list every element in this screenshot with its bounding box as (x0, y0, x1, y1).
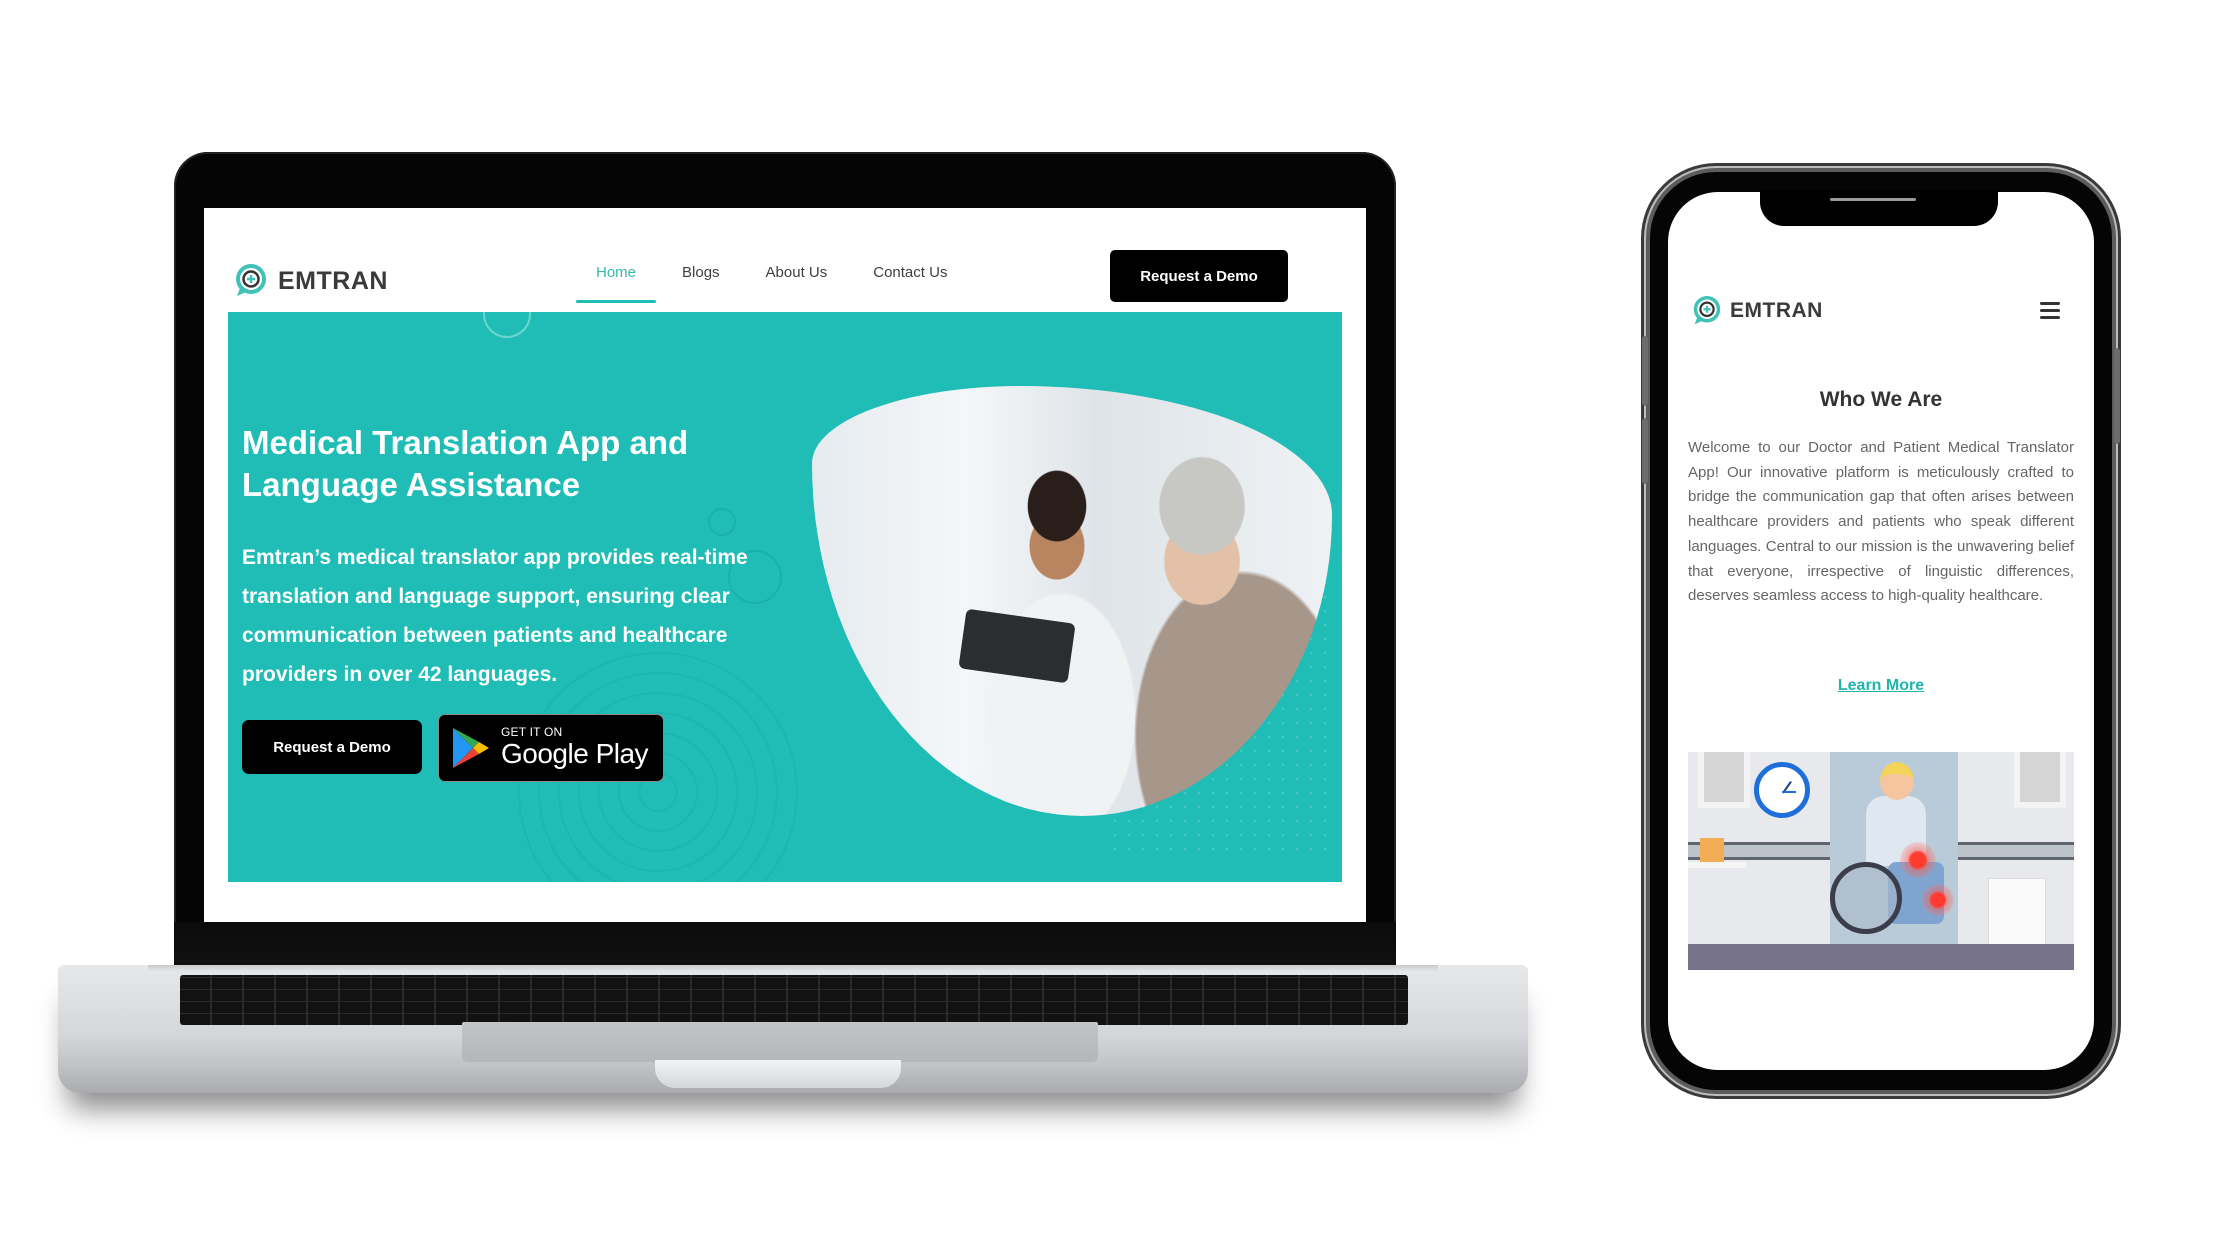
decorative-circle (483, 312, 531, 338)
google-play-icon (451, 726, 491, 770)
google-play-badge[interactable]: GET IT ON Google Play (438, 714, 664, 782)
decorative-circle (708, 508, 736, 536)
phone-notch (1760, 190, 1998, 226)
illus-window (1698, 752, 1750, 808)
illus-window (2014, 752, 2066, 808)
site-header: EMTRAN Home Blogs About Us Contact Us Re… (204, 208, 1366, 312)
brand[interactable]: EMTRAN (234, 264, 388, 298)
wheelchair-wheel (1830, 862, 1902, 934)
phone-power-button (2114, 348, 2120, 444)
illus-person-head (1880, 762, 1914, 800)
laptop-screen: EMTRAN Home Blogs About Us Contact Us Re… (204, 208, 1366, 922)
phone-volume-up-button (1642, 336, 1648, 406)
phone-volume-down-button (1642, 418, 1648, 484)
hero-description: Emtran’s medical translator app provides… (242, 546, 748, 686)
request-demo-hero-button[interactable]: Request a Demo (242, 720, 422, 774)
nav-home[interactable]: Home (576, 256, 657, 303)
badge-big-text: Google Play (501, 738, 649, 769)
hamburger-menu-icon[interactable] (2040, 302, 2060, 320)
section-title: Who We Are (1819, 388, 1943, 411)
nav-about-us[interactable]: About Us (766, 256, 828, 289)
chat-bubble-medical-cross-icon (1692, 296, 1722, 326)
phone-speaker (1830, 198, 1916, 201)
wheelchair-illustration (1688, 752, 2074, 970)
mobile-brand[interactable]: EMTRAN (1692, 296, 1823, 326)
section-body: Welcome to our Doctor and Patient Medica… (1688, 439, 2074, 605)
tablet-in-photo (958, 608, 1076, 684)
phone-screen: EMTRAN Who We Are Welcome to our Doctor … (1668, 192, 2094, 1070)
nav-blogs[interactable]: Blogs (682, 256, 720, 289)
nav-contact-us[interactable]: Contact Us (873, 256, 947, 289)
learn-more-link[interactable]: Learn More (1668, 677, 2094, 695)
mobile-brand-name: EMTRAN (1730, 299, 1823, 322)
illus-cart (1688, 862, 1746, 868)
hero-section: Medical Translation App and Language Ass… (228, 312, 1342, 882)
laptop-keyboard (180, 975, 1408, 1025)
illus-floor (1688, 944, 2074, 970)
hero-title: Medical Translation App and Language Ass… (242, 424, 689, 503)
brand-name: EMTRAN (278, 266, 388, 295)
pain-indicator-icon (1900, 842, 1936, 878)
illus-box (1700, 838, 1724, 864)
request-demo-header-button[interactable]: Request a Demo (1110, 250, 1288, 302)
clock-icon (1754, 762, 1810, 818)
badge-small-text: GET IT ON (501, 725, 563, 739)
illus-cabinet (1988, 878, 2046, 946)
laptop-trackpad (462, 1022, 1098, 1062)
laptop-lid-notch (655, 1060, 901, 1088)
pain-indicator-icon (1922, 884, 1954, 916)
main-nav: Home Blogs About Us Contact Us (576, 256, 993, 303)
chat-bubble-medical-cross-icon (234, 264, 268, 298)
